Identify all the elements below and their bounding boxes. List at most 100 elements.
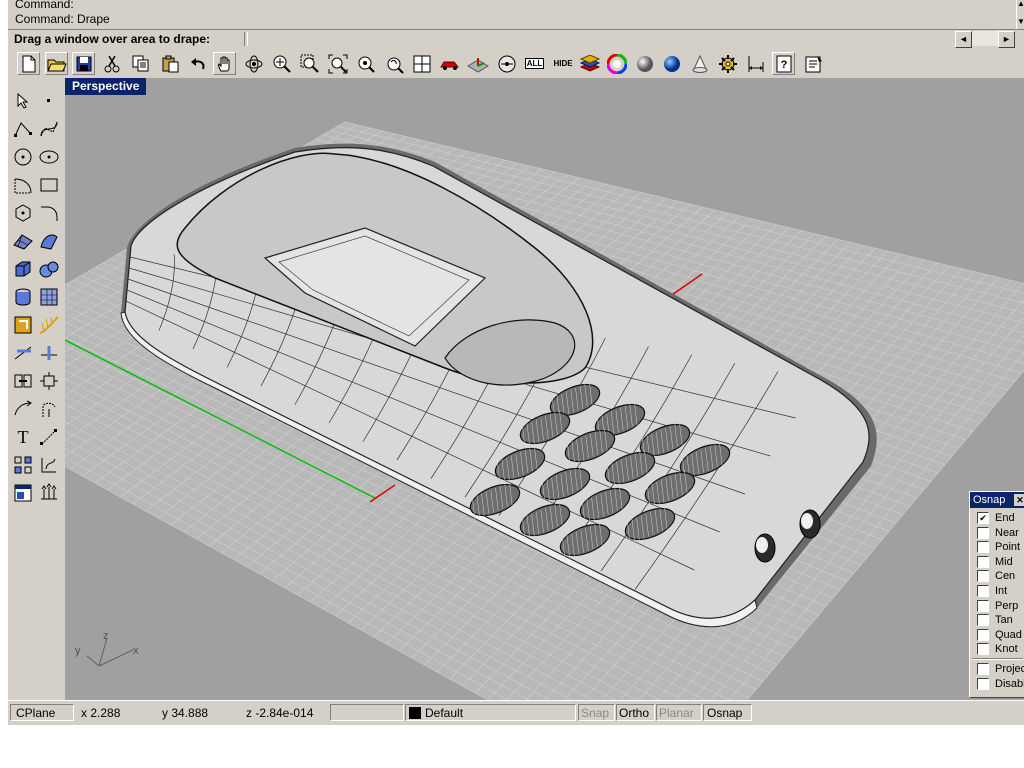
- viewport-title[interactable]: Perspective: [65, 78, 147, 95]
- surface-icon[interactable]: [11, 229, 35, 253]
- zoom-selected-icon[interactable]: [354, 52, 377, 75]
- layers-icon[interactable]: [578, 52, 601, 75]
- checkbox[interactable]: [977, 614, 989, 627]
- grid-snap-icon[interactable]: [37, 481, 61, 505]
- cylinder-icon[interactable]: [11, 285, 35, 309]
- loft-icon[interactable]: [37, 229, 61, 253]
- cplane-status[interactable]: CPlane: [10, 704, 74, 721]
- array-icon[interactable]: [11, 453, 35, 477]
- hide-icon[interactable]: HIDE: [550, 52, 576, 75]
- checkbox[interactable]: [977, 663, 989, 675]
- osnap-item-int[interactable]: Int: [977, 584, 1007, 598]
- ortho-toggle[interactable]: Ortho: [616, 704, 655, 721]
- scroll-right-icon[interactable]: ►: [998, 31, 1015, 48]
- split-icon[interactable]: [37, 341, 61, 365]
- osnap-toggle[interactable]: Osnap: [703, 704, 752, 721]
- osnap-item-point[interactable]: Point: [977, 540, 1020, 554]
- dimension-icon[interactable]: [744, 52, 767, 75]
- checkbox[interactable]: [977, 643, 989, 656]
- four-viewports-icon[interactable]: [410, 52, 433, 75]
- save-icon[interactable]: [72, 52, 95, 75]
- color-wheel-icon[interactable]: [605, 52, 628, 75]
- zoom-window-icon[interactable]: [298, 52, 321, 75]
- scroll-left-icon[interactable]: ◄: [955, 31, 972, 48]
- osnap-item-near[interactable]: Near: [977, 526, 1019, 540]
- checkbox[interactable]: [977, 541, 989, 554]
- move-icon[interactable]: [11, 397, 35, 421]
- fillet-icon[interactable]: [37, 201, 61, 225]
- help-icon[interactable]: ?: [772, 52, 795, 75]
- zoom-extents-icon[interactable]: [326, 52, 349, 75]
- point-icon[interactable]: [37, 89, 61, 113]
- checkbox[interactable]: [977, 585, 989, 597]
- command-input[interactable]: [251, 31, 951, 47]
- osnap-option-project[interactable]: Project: [977, 662, 1024, 676]
- undo-view-icon[interactable]: [382, 52, 405, 75]
- osnap-item-knot[interactable]: Knot: [977, 642, 1018, 656]
- open-file-icon[interactable]: [45, 52, 68, 75]
- cplane-icon[interactable]: [466, 52, 489, 75]
- checkbox[interactable]: [977, 678, 989, 690]
- perspective-viewport[interactable]: Perspective y z x: [65, 78, 1024, 700]
- arc-icon[interactable]: [11, 173, 35, 197]
- checkbox[interactable]: ✔: [977, 512, 989, 524]
- show-icon[interactable]: [495, 52, 518, 75]
- select-arrow-icon[interactable]: [11, 89, 35, 113]
- checkbox[interactable]: [977, 526, 989, 539]
- box-icon[interactable]: [11, 257, 35, 281]
- show-all-icon[interactable]: ALL: [522, 52, 547, 75]
- text-tool[interactable]: T: [11, 425, 35, 449]
- osnap-item-perp[interactable]: Perp: [977, 599, 1018, 613]
- new-file-icon[interactable]: [17, 52, 40, 75]
- snap-toggle[interactable]: Snap: [578, 704, 615, 721]
- render-icon[interactable]: [660, 52, 683, 75]
- osnap-item-end[interactable]: ✔ End: [977, 511, 1015, 525]
- osnap-item-tan[interactable]: Tan: [977, 613, 1013, 627]
- copy-icon[interactable]: [129, 52, 152, 75]
- sphere-icon[interactable]: [37, 257, 61, 281]
- curvature-icon[interactable]: [37, 313, 61, 337]
- checkbox[interactable]: [977, 570, 989, 583]
- join-icon[interactable]: [11, 369, 35, 393]
- osnap-item-mid[interactable]: Mid: [977, 555, 1013, 569]
- polygon-icon[interactable]: [11, 201, 35, 225]
- mesh-icon[interactable]: [37, 285, 61, 309]
- properties-icon[interactable]: [802, 52, 825, 75]
- scale-icon[interactable]: [37, 425, 61, 449]
- close-icon[interactable]: ✕: [1014, 494, 1024, 506]
- rotate-icon[interactable]: [37, 397, 61, 421]
- undo-icon[interactable]: [186, 52, 209, 75]
- curve-icon[interactable]: [37, 117, 61, 141]
- paste-icon[interactable]: [158, 52, 181, 75]
- checkbox[interactable]: [977, 628, 989, 641]
- pan-hand-icon[interactable]: [213, 52, 236, 75]
- osnap-item-quad[interactable]: Quad: [977, 628, 1022, 642]
- rectangle-icon[interactable]: [37, 173, 61, 197]
- viewport-canvas[interactable]: [65, 78, 1024, 700]
- circle-icon[interactable]: [11, 145, 35, 169]
- options-gear-icon[interactable]: [716, 52, 739, 75]
- trim-icon[interactable]: [11, 341, 35, 365]
- cut-icon[interactable]: [100, 52, 123, 75]
- checkbox[interactable]: [977, 555, 989, 568]
- planar-toggle[interactable]: Planar: [656, 704, 702, 721]
- viewport-icon[interactable]: [11, 481, 35, 505]
- layer-status[interactable]: Default: [405, 704, 576, 721]
- shade-icon[interactable]: [633, 52, 656, 75]
- analyze-icon[interactable]: [11, 313, 35, 337]
- zoom-dynamic-icon[interactable]: [270, 52, 293, 75]
- rotate-view-icon[interactable]: [242, 52, 265, 75]
- checkbox[interactable]: [977, 599, 989, 612]
- explode-icon[interactable]: [37, 369, 61, 393]
- car-object-icon[interactable]: [438, 52, 461, 75]
- prompt-scroll-track[interactable]: [972, 31, 998, 46]
- scroll-up-icon[interactable]: ▲: [1017, 0, 1024, 8]
- polyline-icon[interactable]: [11, 117, 35, 141]
- ellipse-icon[interactable]: [37, 145, 61, 169]
- osnap-item-cen[interactable]: Cen: [977, 569, 1015, 583]
- light-icon[interactable]: [688, 52, 711, 75]
- osnap-option-disable[interactable]: Disable: [977, 677, 1024, 691]
- edit-points-icon[interactable]: [37, 453, 61, 477]
- scroll-down-icon[interactable]: ▼: [1017, 18, 1024, 26]
- history-scrollbar[interactable]: ▲ ▼: [1016, 0, 1024, 29]
